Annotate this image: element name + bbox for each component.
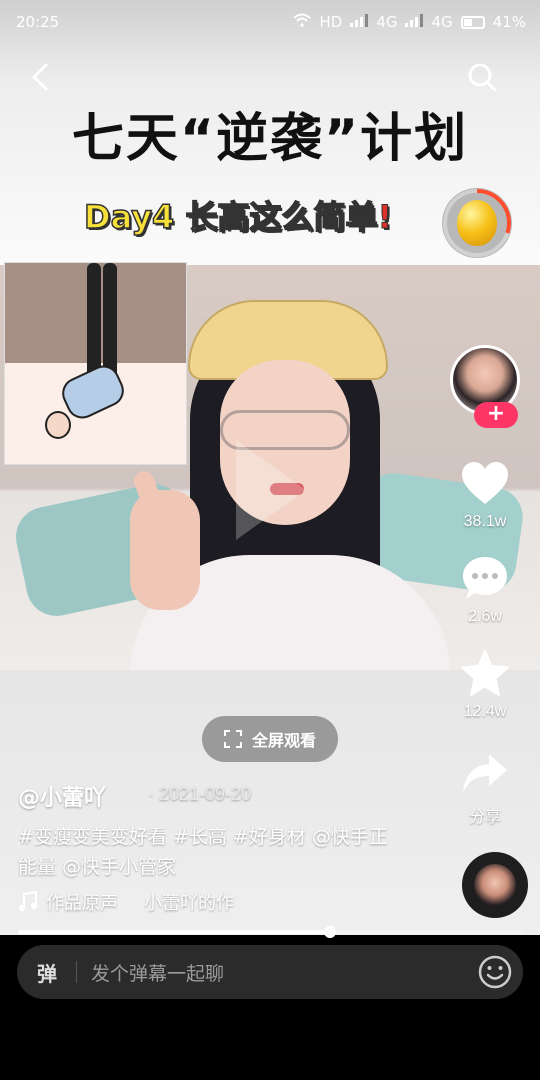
music-info[interactable]: 作品原声 小蕾吖的作	[18, 889, 234, 915]
network-label: HD	[319, 13, 343, 31]
fullscreen-label: 全屏观看	[251, 731, 316, 750]
status-indicators: HD 4G 4G 41%	[293, 13, 526, 31]
author-name[interactable]: @小蕾吖	[18, 780, 106, 812]
search-button[interactable]	[460, 55, 504, 99]
search-icon	[468, 63, 497, 92]
danmaku-input[interactable]: 发个弹幕一起聊	[77, 959, 467, 986]
back-button[interactable]	[18, 55, 62, 99]
share-icon	[463, 754, 507, 792]
progress-fill	[18, 930, 331, 934]
star-icon	[461, 650, 509, 696]
danmaku-label: 弹	[37, 961, 57, 986]
danmaku-toggle[interactable]: 弹	[17, 945, 77, 999]
battery-icon	[460, 15, 485, 29]
status-time: 20:25	[16, 13, 60, 31]
music-note-icon	[18, 891, 38, 912]
play-icon[interactable]	[236, 440, 316, 540]
fullscreen-icon	[223, 730, 242, 748]
back-icon	[32, 63, 48, 91]
music-disc[interactable]	[462, 852, 528, 918]
share-button[interactable]: 分享	[430, 745, 540, 827]
comment-count: 2.6w	[468, 608, 502, 625]
emoji-button[interactable]	[467, 945, 523, 999]
coin-task-button[interactable]	[442, 188, 512, 258]
video-subtitle-bang: !	[377, 198, 393, 237]
music-label: 作品原声	[46, 893, 118, 914]
wifi-icon	[293, 13, 312, 31]
disc-icon	[474, 864, 516, 906]
emoji-icon	[478, 955, 512, 989]
video-subtitle-text: Day4 长高这么简单	[83, 197, 378, 237]
video-subtitle: Day4 长高这么简单!	[83, 192, 393, 238]
post-caption[interactable]: #变瘦变美变好看 #长高 #好身材 @快手正能量 @快手小管家	[18, 822, 398, 882]
follow-button[interactable]: +	[474, 402, 518, 428]
like-count: 38.1w	[463, 513, 507, 530]
coin-progress-ring	[443, 189, 511, 257]
signal-label-1: 4G	[376, 13, 398, 31]
favorite-button[interactable]: 12.4w	[430, 645, 540, 721]
like-button[interactable]: 38.1w	[430, 455, 540, 531]
post-date: · 2021-09-20	[148, 784, 252, 804]
progress-knob[interactable]	[324, 926, 337, 938]
video-screen: 七天“逆袭”计划 Day4 长高这么简单! 20:25 HD 4G 4G 41%…	[0, 0, 540, 1080]
fullscreen-button[interactable]: 全屏观看	[202, 716, 338, 762]
video-title: 七天“逆袭”计划	[71, 109, 469, 169]
comment-bar: 弹 发个弹幕一起聊	[17, 945, 523, 999]
music-source: 小蕾吖的作	[144, 893, 234, 914]
battery-percent: 41%	[492, 13, 526, 31]
signal-icon	[405, 13, 424, 31]
share-label: 分享	[468, 809, 501, 826]
comment-button[interactable]: 2.6w	[430, 550, 540, 626]
playback-progress[interactable]	[18, 926, 522, 938]
favorite-count: 12.4w	[463, 703, 507, 720]
heart-icon	[462, 462, 508, 504]
comment-icon	[463, 557, 507, 599]
signal-icon	[350, 13, 369, 31]
signal-label-2: 4G	[431, 13, 453, 31]
status-bar: 20:25 HD 4G 4G 41%	[0, 0, 540, 44]
exercise-illustration	[4, 262, 187, 465]
